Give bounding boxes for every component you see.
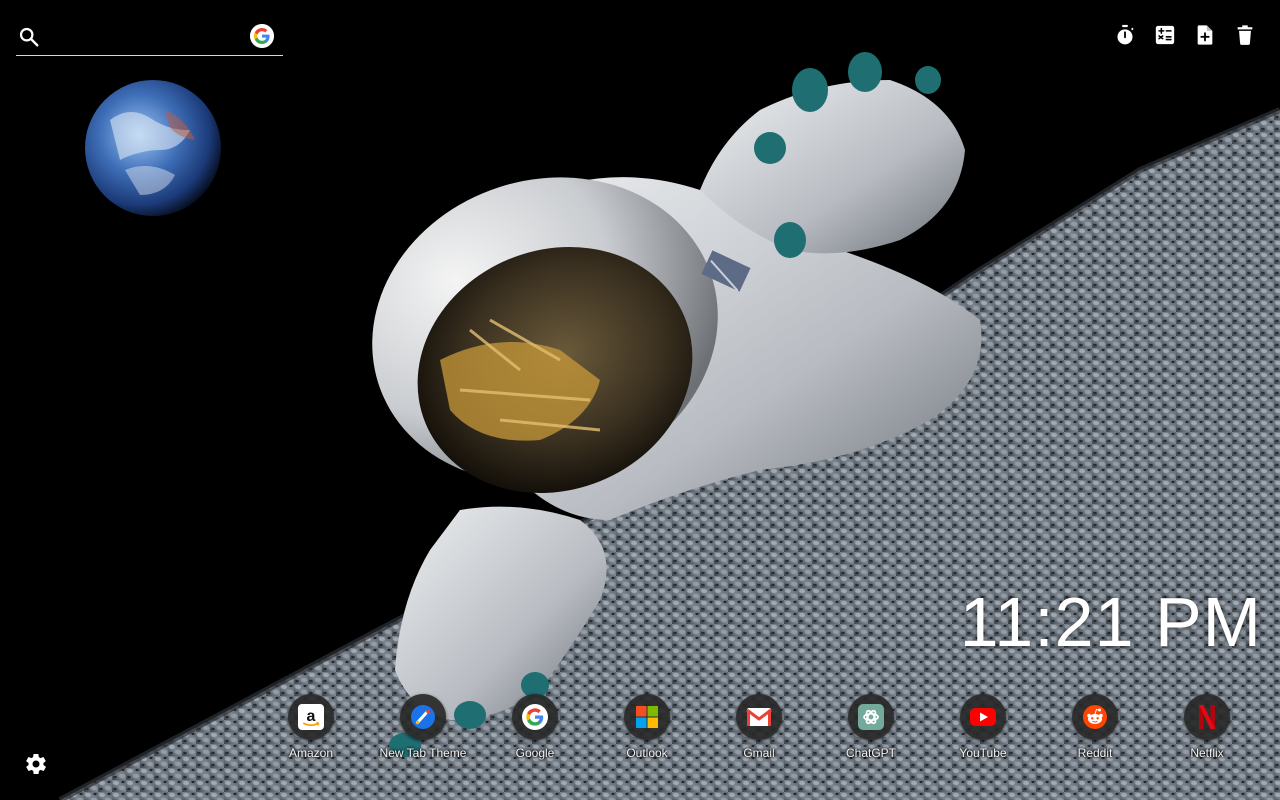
google-logo-icon[interactable]: [250, 24, 274, 48]
youtube-icon: [970, 708, 996, 726]
shortcut-label: Reddit: [1077, 746, 1113, 760]
clock-display: 11:21 PM: [959, 583, 1262, 661]
netflix-icon: [1199, 705, 1215, 729]
svg-text:a: a: [307, 708, 316, 725]
wallpaper: [0, 0, 1280, 800]
microsoft-icon: [636, 706, 658, 728]
shortcut-label: YouTube: [959, 746, 1007, 760]
shortcut-youtube[interactable]: YouTube: [927, 694, 1039, 760]
note-add-icon[interactable]: [1194, 24, 1216, 46]
google-icon: [522, 704, 548, 730]
amazon-icon: a: [298, 704, 324, 730]
shortcut-dock: a Amazon New Tab Theme Google Outlook Gm…: [255, 694, 1263, 774]
shortcut-chatgpt[interactable]: ChatGPT: [815, 694, 927, 760]
search-bar: [16, 20, 283, 56]
shortcut-label: New Tab Theme: [379, 746, 467, 760]
reddit-icon: [1083, 705, 1107, 729]
shortcut-reddit[interactable]: Reddit: [1039, 694, 1151, 760]
calculator-icon[interactable]: [1154, 24, 1176, 46]
shortcut-label: Google: [515, 746, 555, 760]
search-icon[interactable]: [18, 26, 40, 48]
shortcut-label: Gmail: [743, 746, 775, 760]
shortcut-new-tab-theme[interactable]: New Tab Theme: [367, 694, 479, 760]
shortcut-amazon[interactable]: a Amazon: [255, 694, 367, 760]
trash-icon[interactable]: [1234, 24, 1256, 46]
shortcut-gmail[interactable]: Gmail: [703, 694, 815, 760]
shortcut-outlook[interactable]: Outlook: [591, 694, 703, 760]
shortcut-label: Amazon: [288, 746, 334, 760]
chatgpt-icon: [858, 704, 884, 730]
shortcut-label: Outlook: [626, 746, 668, 760]
shortcut-label: ChatGPT: [845, 746, 896, 760]
search-input[interactable]: [52, 24, 242, 50]
gear-icon[interactable]: [24, 752, 48, 776]
toolbar: [1114, 24, 1256, 46]
stopwatch-icon[interactable]: [1114, 24, 1136, 46]
shortcut-google[interactable]: Google: [479, 694, 591, 760]
new-tab-theme-icon: [411, 705, 435, 729]
shortcut-netflix[interactable]: Netflix: [1151, 694, 1263, 760]
shortcut-label: Netflix: [1190, 746, 1224, 760]
gmail-icon: [746, 708, 772, 726]
